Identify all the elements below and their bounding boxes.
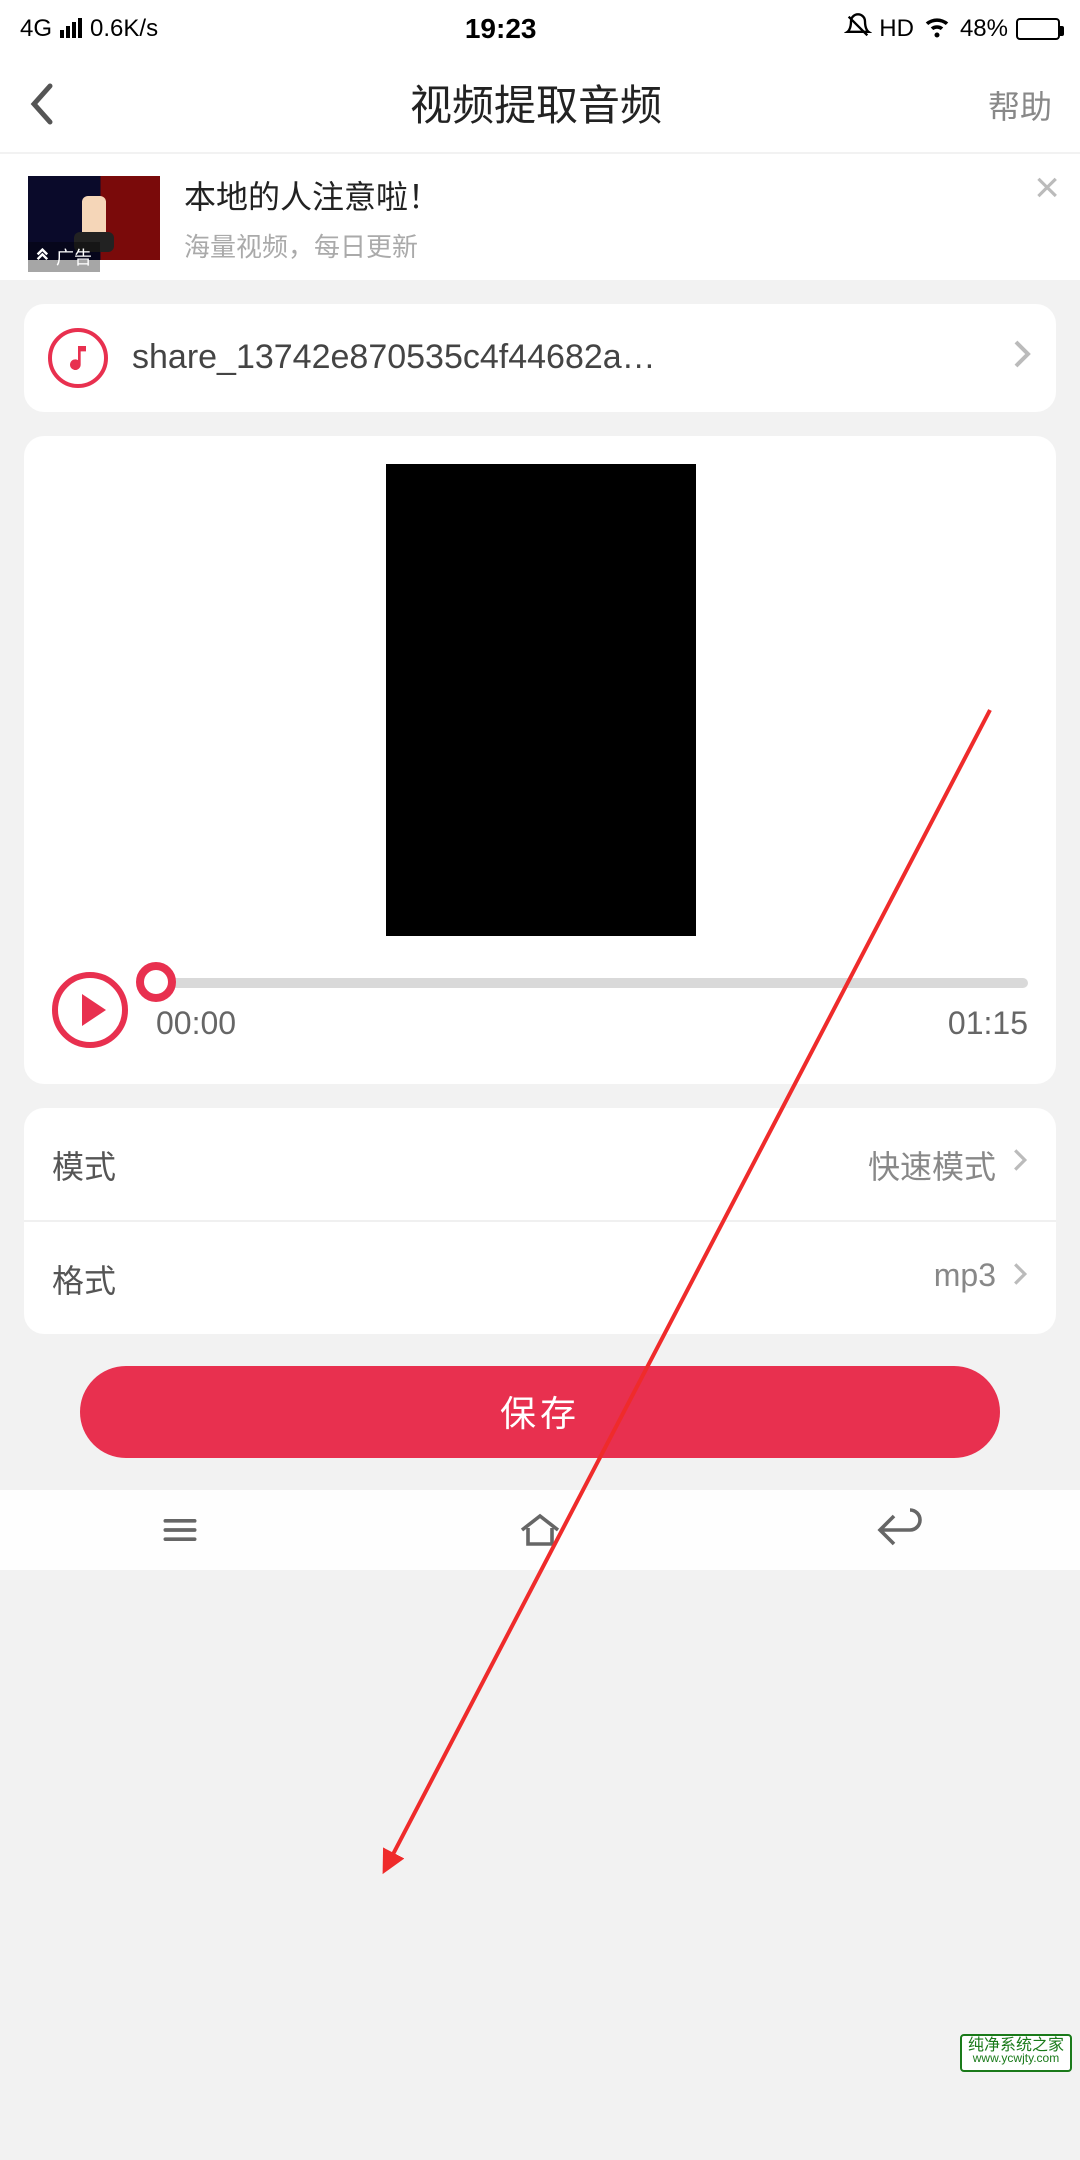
- save-button[interactable]: 保存: [80, 1366, 1000, 1458]
- status-bar: 4G 0.6K/s 19:23 HD 48%: [0, 0, 1080, 56]
- help-link[interactable]: 帮助: [988, 80, 1052, 128]
- settings-card: 模式 快速模式 格式 mp3: [24, 1108, 1056, 1334]
- mode-value: 快速模式: [868, 1140, 996, 1188]
- seek-slider[interactable]: [156, 977, 1028, 987]
- back-nav-button[interactable]: [872, 1502, 928, 1558]
- ad-thumbnail: 广告: [28, 175, 160, 259]
- slider-knob[interactable]: [136, 962, 176, 1002]
- ad-card[interactable]: 广告 本地的人注意啦！ 海量视频，每日更新 ×: [0, 154, 1080, 280]
- player-card: 00:00 01:15: [24, 436, 1056, 1084]
- music-icon: [48, 328, 108, 388]
- mode-row[interactable]: 模式 快速模式: [24, 1108, 1056, 1220]
- ad-text: 本地的人注意啦！ 海量视频，每日更新: [184, 170, 1052, 264]
- time-duration: 01:15: [948, 1007, 1028, 1043]
- close-icon[interactable]: ×: [1034, 166, 1060, 210]
- chevron-right-icon: [1012, 1259, 1028, 1297]
- status-time: 19:23: [158, 12, 843, 44]
- battery-pct: 48%: [960, 14, 1008, 42]
- network-speed: 0.6K/s: [90, 14, 158, 42]
- wifi-icon: [922, 10, 952, 46]
- dnd-icon: [843, 11, 871, 45]
- home-button[interactable]: [512, 1502, 568, 1558]
- ad-title: 本地的人注意啦！: [184, 170, 1052, 218]
- time-current: 00:00: [156, 1007, 236, 1043]
- video-preview[interactable]: [385, 464, 695, 936]
- status-left: 4G 0.6K/s: [20, 14, 158, 42]
- file-selector[interactable]: share_13742e870535c4f44682a…: [24, 304, 1056, 412]
- file-name: share_13742e870535c4f44682a…: [132, 338, 988, 378]
- back-button[interactable]: [28, 82, 84, 126]
- network-type: 4G: [20, 14, 52, 42]
- page-title: 视频提取音频: [84, 74, 988, 134]
- watermark: 纯净系统之家 www.ycwjty.com: [960, 2033, 1072, 2072]
- title-bar: 视频提取音频 帮助: [0, 56, 1080, 152]
- ad-subtitle: 海量视频，每日更新: [184, 226, 1052, 264]
- recent-apps-button[interactable]: [152, 1502, 208, 1558]
- play-button[interactable]: [52, 972, 128, 1048]
- system-nav: [0, 1490, 1080, 1570]
- battery-icon: [1016, 17, 1060, 39]
- ad-badge: 广告: [28, 241, 100, 271]
- status-right: HD 48%: [843, 10, 1060, 46]
- chevron-right-icon: [1012, 337, 1032, 379]
- format-row[interactable]: 格式 mp3: [24, 1220, 1056, 1334]
- format-value: mp3: [934, 1260, 996, 1296]
- hd-label: HD: [879, 14, 914, 42]
- signal-icon: [60, 18, 82, 38]
- chevron-right-icon: [1012, 1145, 1028, 1183]
- mode-label: 模式: [52, 1140, 868, 1188]
- format-label: 格式: [52, 1254, 934, 1302]
